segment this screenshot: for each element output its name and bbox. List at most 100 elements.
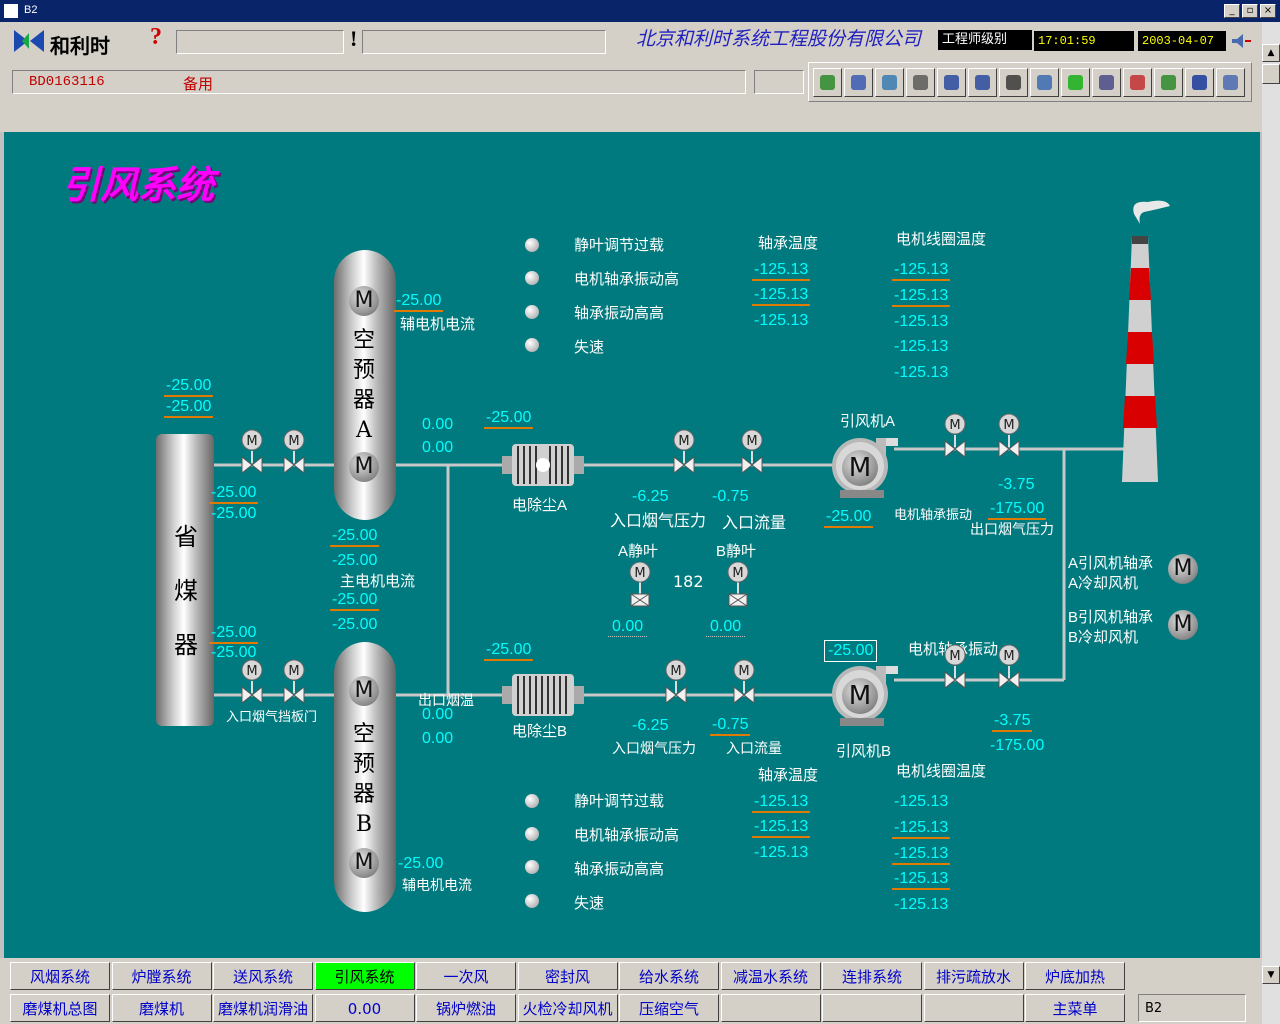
coil-temp-value[interactable]: -125.13: [894, 338, 948, 356]
coil-temp-value[interactable]: -125.13: [892, 845, 951, 865]
inlet-flow-a[interactable]: -0.75: [712, 488, 748, 506]
nav-button[interactable]: 火检冷却风机: [517, 994, 618, 1022]
outlet-pressure-a[interactable]: -175.00: [988, 500, 1047, 520]
speaker-icon[interactable]: [1230, 32, 1252, 50]
scroll-thumb[interactable]: [1262, 64, 1280, 84]
minimize-button[interactable]: _: [1224, 4, 1240, 18]
pages-icon[interactable]: [999, 68, 1028, 97]
cooling-fan-b-motor[interactable]: M: [1168, 610, 1198, 640]
motorized-valve[interactable]: M: [240, 429, 264, 475]
vane-actuator[interactable]: M: [628, 561, 652, 608]
motorized-valve[interactable]: M: [997, 413, 1021, 459]
close-button[interactable]: ×: [1260, 4, 1276, 18]
bearing-temp-value[interactable]: -125.13: [752, 793, 811, 813]
copy-right-icon[interactable]: [968, 68, 997, 97]
motorized-valve[interactable]: M: [732, 659, 756, 705]
nav-button[interactable]: 排污疏放水: [923, 962, 1024, 990]
nav-button[interactable]: [822, 994, 922, 1022]
vane-actuator[interactable]: M: [726, 561, 750, 608]
nav-button[interactable]: 风烟系统: [10, 962, 110, 990]
motorized-valve[interactable]: M: [282, 659, 306, 705]
outlet-temp-value[interactable]: 0.00: [422, 416, 453, 434]
help-icon[interactable]: ?: [150, 24, 162, 51]
coil-temp-value[interactable]: -125.13: [894, 364, 948, 382]
aph-b-main-current[interactable]: -25.00: [332, 616, 377, 634]
nav-button[interactable]: 送风系统: [213, 962, 313, 990]
nav-button[interactable]: 引风系统: [314, 962, 415, 990]
motorized-valve[interactable]: M: [240, 659, 264, 705]
nav-button[interactable]: 连排系统: [822, 962, 922, 990]
nav-button[interactable]: 给水系统: [619, 962, 719, 990]
esp-b-value[interactable]: -25.00: [484, 641, 534, 661]
app-icon[interactable]: [4, 4, 18, 18]
printer-icon[interactable]: [1092, 68, 1121, 97]
nav-button[interactable]: 磨煤机总图: [10, 994, 110, 1022]
motorized-valve[interactable]: M: [282, 429, 306, 475]
nav-button[interactable]: [720, 994, 821, 1022]
vertical-scrollbar[interactable]: ▲ ▼: [1262, 22, 1280, 1024]
printer-cancel-icon[interactable]: [1123, 68, 1152, 97]
fan-a-current[interactable]: -25.00: [824, 508, 874, 528]
clock-icon[interactable]: [1030, 68, 1059, 97]
economizer-a-value[interactable]: -25.00: [209, 484, 259, 504]
maximize-button[interactable]: ▫: [1242, 4, 1258, 18]
nav-button[interactable]: 磨煤机润滑油: [213, 994, 313, 1022]
coil-temp-value[interactable]: -125.13: [892, 870, 951, 890]
vane-a-position[interactable]: 0.00: [608, 618, 648, 637]
nav-button[interactable]: 锅炉燃油: [416, 994, 516, 1022]
inlet-flow-b[interactable]: -0.75: [710, 716, 751, 736]
globe-check-icon[interactable]: [813, 68, 842, 97]
bearing-temp-value[interactable]: -125.13: [754, 844, 808, 862]
cooling-fan-a-motor[interactable]: M: [1168, 554, 1198, 584]
device-icon[interactable]: [875, 68, 904, 97]
aph-b-aux-current[interactable]: -25.00: [398, 855, 443, 873]
bearing-temp-value[interactable]: -125.13: [752, 261, 811, 281]
scroll-up-button[interactable]: ▲: [1262, 44, 1280, 62]
motorized-valve[interactable]: M: [740, 429, 764, 475]
esp-a-value[interactable]: -25.00: [484, 409, 534, 429]
green-status-icon[interactable]: [1061, 68, 1090, 97]
vane-b-position[interactable]: 0.00: [706, 618, 746, 637]
nav-button[interactable]: 炉底加热: [1025, 962, 1125, 990]
scroll-down-button[interactable]: ▼: [1262, 966, 1280, 984]
economizer-value[interactable]: -25.00: [164, 398, 214, 418]
motorized-valve[interactable]: M: [943, 644, 967, 690]
user-level[interactable]: 工程师级别: [938, 30, 1032, 50]
list-icon[interactable]: [1216, 68, 1245, 97]
home-icon[interactable]: [844, 68, 873, 97]
outlet-temp-value[interactable]: 0.00: [422, 706, 453, 724]
outlet-temp-value[interactable]: 0.00: [422, 439, 453, 457]
bearing-temp-value[interactable]: -125.13: [754, 312, 808, 330]
coil-temp-value[interactable]: -125.13: [894, 313, 948, 331]
nav-button[interactable]: [923, 994, 1024, 1022]
copy-left-icon[interactable]: [937, 68, 966, 97]
economizer-value[interactable]: -25.00: [164, 377, 214, 397]
coil-temp-value[interactable]: -125.13: [892, 287, 951, 307]
inlet-pressure-b[interactable]: -6.25: [632, 717, 668, 735]
nav-button[interactable]: 减温水系统: [720, 962, 821, 990]
coil-temp-value[interactable]: -125.13: [894, 896, 948, 914]
vane-center-value[interactable]: 182: [673, 572, 704, 591]
motorized-valve[interactable]: M: [943, 413, 967, 459]
coil-temp-value[interactable]: -125.13: [892, 819, 951, 839]
motorized-valve[interactable]: M: [672, 429, 696, 475]
aph-a-main-current[interactable]: -25.00: [330, 527, 380, 547]
printer-check-icon[interactable]: [1154, 68, 1183, 97]
nav-button[interactable]: 炉膛系统: [111, 962, 212, 990]
outlet-pressure-a[interactable]: -3.75: [998, 476, 1034, 494]
bearing-temp-value[interactable]: -125.13: [752, 286, 811, 306]
coil-temp-value[interactable]: -125.13: [892, 261, 951, 281]
aph-b-main-current[interactable]: -25.00: [330, 591, 380, 611]
nav-value-field[interactable]: 0.00: [314, 994, 415, 1022]
motorized-valve[interactable]: M: [664, 659, 688, 705]
nav-button[interactable]: 磨煤机: [111, 994, 212, 1022]
fan-b-current[interactable]: -25.00: [824, 640, 878, 662]
alarm-icon[interactable]: !: [350, 26, 357, 52]
bearing-temp-value[interactable]: -125.13: [752, 818, 811, 838]
nav-button[interactable]: 压缩空气: [619, 994, 719, 1022]
aph-a-aux-current[interactable]: -25.00: [394, 292, 444, 312]
back-arrow-icon[interactable]: [906, 68, 935, 97]
motorized-valve[interactable]: M: [997, 644, 1021, 690]
outlet-pressure-b[interactable]: -3.75: [992, 712, 1033, 732]
aph-a-main-current[interactable]: -25.00: [332, 552, 377, 570]
